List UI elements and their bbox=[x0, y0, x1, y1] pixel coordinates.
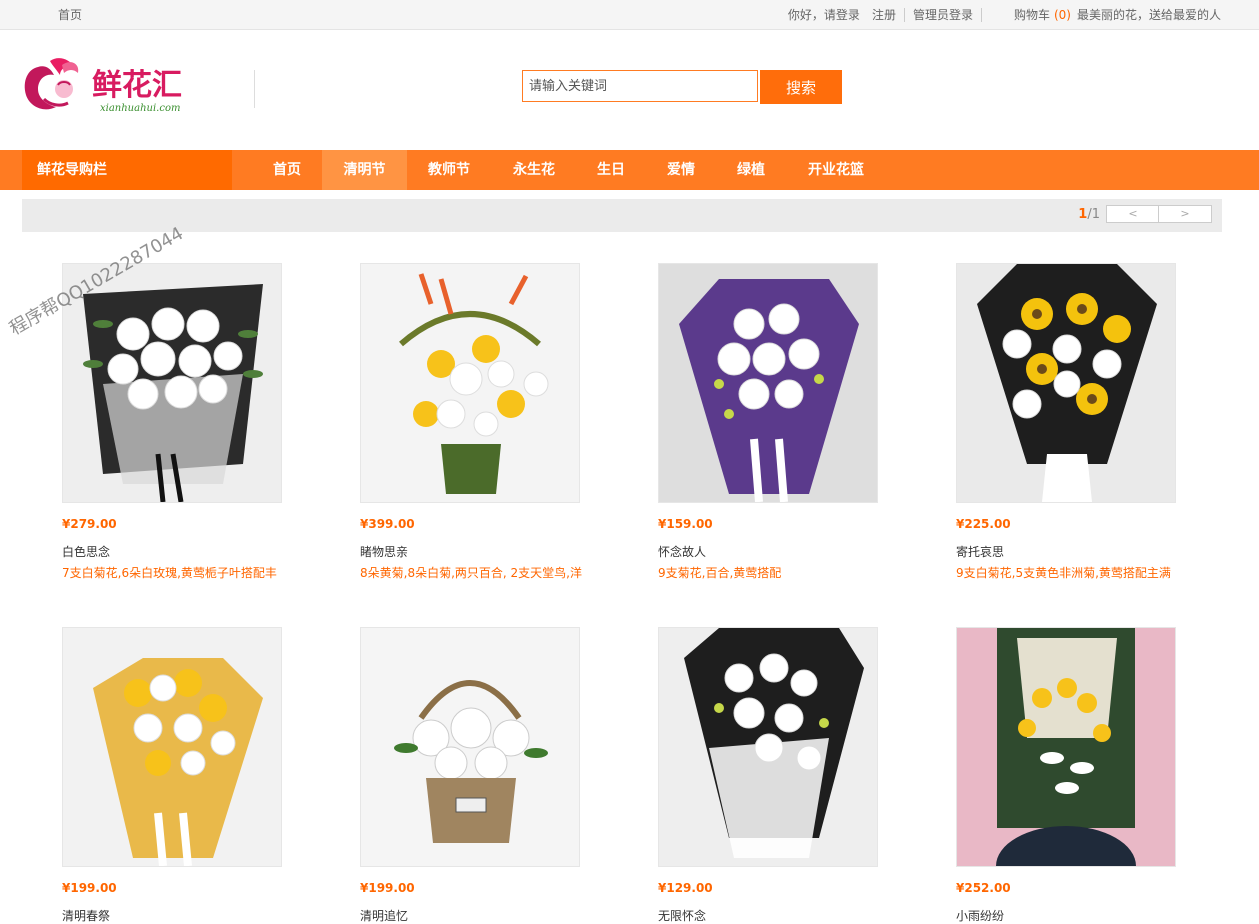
product-image[interactable] bbox=[956, 627, 1176, 867]
product-price: ¥129.00 bbox=[658, 881, 713, 895]
product-price: ¥225.00 bbox=[956, 517, 1011, 531]
search-button[interactable]: 搜索 bbox=[760, 70, 842, 104]
product-image[interactable] bbox=[956, 263, 1176, 503]
cart-count: (0) bbox=[1053, 7, 1071, 22]
login-link[interactable]: 你好，请登录 bbox=[788, 6, 860, 23]
top-right-links: 你好，请登录 注册 管理员登录 购物车 (0) 最美丽的花，送给最爱的人 bbox=[788, 6, 1221, 23]
register-link[interactable]: 注册 bbox=[872, 6, 896, 23]
product-card[interactable]: ¥279.00 白色思念 7支白菊花,6朵白玫瑰,黄莺栀子叶搭配丰 bbox=[62, 263, 302, 581]
main-nav: 鲜花导购栏 首页 清明节 教师节 永生花 生日 爱情 绿植 开业花篮 bbox=[0, 150, 1259, 190]
product-desc: 7支白菊花,6朵白玫瑰,黄莺栀子叶搭配丰 bbox=[62, 566, 277, 580]
divider bbox=[980, 7, 982, 22]
logo-text: 鲜花汇 bbox=[92, 68, 182, 103]
product-price: ¥279.00 bbox=[62, 517, 117, 531]
nav-item-preserved-flowers[interactable]: 永生花 bbox=[499, 150, 569, 190]
nav-item-plants[interactable]: 绿植 bbox=[724, 150, 778, 190]
slogan: 最美丽的花，送给最爱的人 bbox=[1076, 8, 1221, 22]
product-image[interactable] bbox=[360, 627, 580, 867]
product-image[interactable] bbox=[62, 263, 282, 503]
divider bbox=[903, 7, 905, 22]
logo-subtext: xianhuahui.com bbox=[100, 103, 180, 114]
product-price: ¥199.00 bbox=[360, 881, 415, 895]
product-image[interactable] bbox=[658, 263, 878, 503]
product-card[interactable]: ¥399.00 睹物思亲 8朵黄菊,8朵白菊,两只百合, 2支天堂鸟,洋 bbox=[360, 263, 600, 581]
product-price: ¥159.00 bbox=[658, 517, 713, 531]
nav-item-birthday[interactable]: 生日 bbox=[584, 150, 638, 190]
product-card[interactable]: ¥159.00 怀念故人 9支菊花,百合,黄莺搭配 bbox=[658, 263, 898, 581]
page-indicator: 1/1 bbox=[1078, 207, 1100, 222]
product-name[interactable]: 睹物思亲 bbox=[360, 543, 600, 560]
nav-item-teachers-day[interactable]: 教师节 bbox=[414, 150, 484, 190]
category-guide[interactable]: 鲜花导购栏 bbox=[22, 150, 232, 190]
logo-divider bbox=[254, 70, 255, 108]
nav-item-qingming[interactable]: 清明节 bbox=[322, 150, 407, 190]
top-home-link[interactable]: 首页 bbox=[58, 6, 82, 23]
total-pages: /1 bbox=[1087, 207, 1100, 222]
search-input[interactable] bbox=[522, 70, 758, 102]
product-desc: 9支菊花,百合,黄莺搭配 bbox=[658, 566, 782, 580]
product-price: ¥252.00 bbox=[956, 881, 1011, 895]
product-card[interactable]: ¥129.00 无限怀念 bbox=[658, 627, 898, 924]
product-image[interactable] bbox=[360, 263, 580, 503]
product-desc: 9支白菊花,5支黄色非洲菊,黄莺搭配主满 bbox=[956, 566, 1171, 580]
cart-link[interactable]: 购物车 bbox=[1014, 6, 1050, 23]
product-name[interactable]: 小雨纷纷 bbox=[956, 907, 1196, 924]
product-name[interactable]: 寄托哀思 bbox=[956, 543, 1196, 560]
product-image[interactable] bbox=[62, 627, 282, 867]
product-card[interactable]: ¥225.00 寄托哀思 9支白菊花,5支黄色非洲菊,黄莺搭配主满 bbox=[956, 263, 1196, 581]
nav-item-opening-baskets[interactable]: 开业花篮 bbox=[794, 150, 878, 190]
product-name[interactable]: 清明春祭 bbox=[62, 907, 302, 924]
product-name[interactable]: 清明追忆 bbox=[360, 907, 600, 924]
top-bar: 首页 你好，请登录 注册 管理员登录 购物车 (0) 最美丽的花，送给最爱的人 bbox=[0, 0, 1259, 30]
product-desc: 8朵黄菊,8朵白菊,两只百合, 2支天堂鸟,洋 bbox=[360, 566, 582, 580]
product-price: ¥199.00 bbox=[62, 881, 117, 895]
current-page: 1 bbox=[1078, 207, 1088, 222]
product-price: ¥399.00 bbox=[360, 517, 415, 531]
product-name[interactable]: 白色思念 bbox=[62, 543, 302, 560]
site-logo[interactable]: 鲜花汇 xianhuahui.com bbox=[20, 55, 256, 117]
product-name[interactable]: 怀念故人 bbox=[658, 543, 898, 560]
next-page-button[interactable]: > bbox=[1158, 205, 1212, 223]
nav-item-home[interactable]: 首页 bbox=[256, 150, 318, 190]
product-card[interactable]: ¥199.00 清明追忆 bbox=[360, 627, 600, 924]
pager-bar: 1/1 < > bbox=[22, 199, 1222, 232]
product-image[interactable] bbox=[658, 627, 878, 867]
admin-login-link[interactable]: 管理员登录 bbox=[913, 6, 973, 23]
product-card[interactable]: ¥252.00 小雨纷纷 bbox=[956, 627, 1196, 924]
product-name[interactable]: 无限怀念 bbox=[658, 907, 898, 924]
nav-item-love[interactable]: 爱情 bbox=[654, 150, 708, 190]
prev-page-button[interactable]: < bbox=[1106, 205, 1160, 223]
product-card[interactable]: ¥199.00 清明春祭 bbox=[62, 627, 302, 924]
